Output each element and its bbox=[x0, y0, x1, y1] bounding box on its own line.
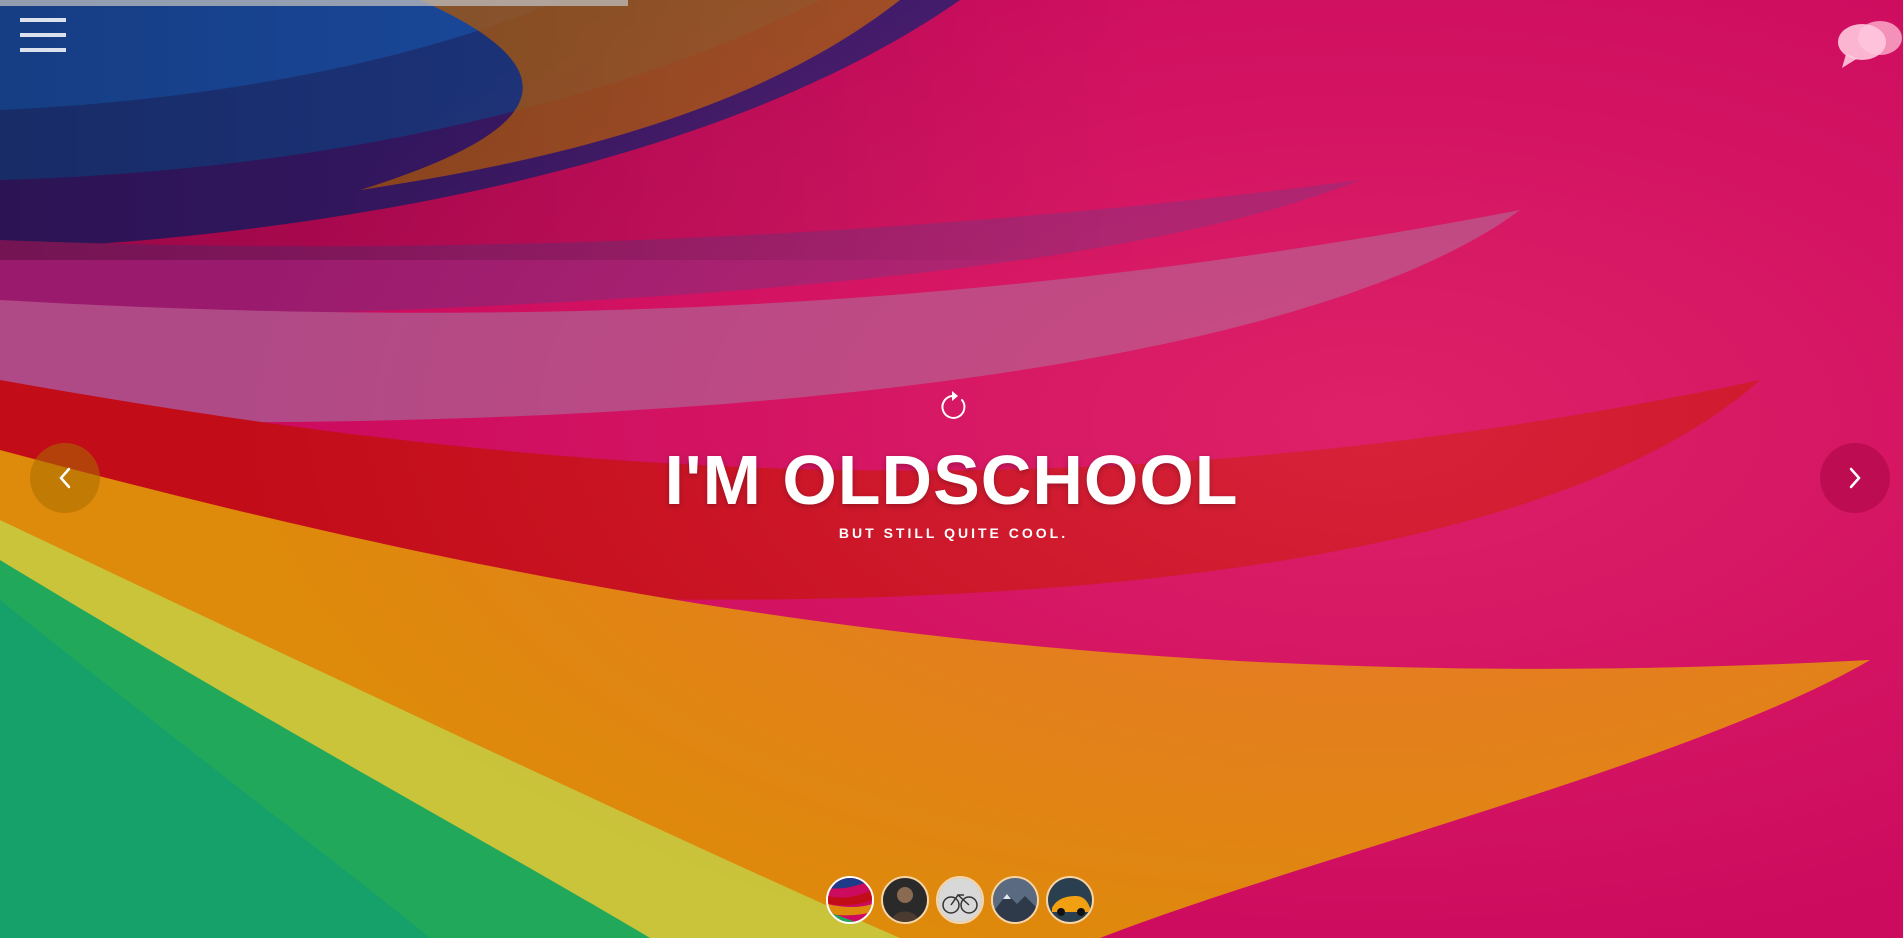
slide-thumbnails bbox=[826, 876, 1094, 924]
menu-line bbox=[20, 33, 66, 37]
menu-line bbox=[20, 18, 66, 22]
hero-subtitle: BUT STILL QUITE COOL. bbox=[838, 525, 1069, 541]
hamburger-menu-icon[interactable] bbox=[20, 16, 66, 56]
thumbnail-rainbow-paper[interactable] bbox=[826, 876, 874, 924]
thumbnail-bicycle[interactable] bbox=[936, 876, 984, 924]
hero-title: I'M OLDSCHOOL bbox=[664, 441, 1239, 519]
hero-caption: I'M OLDSCHOOL BUT STILL QUITE COOL. bbox=[0, 390, 1903, 541]
chat-bubbles-icon[interactable] bbox=[1836, 18, 1903, 70]
menu-line bbox=[20, 48, 66, 52]
hero-slider: I'M OLDSCHOOL BUT STILL QUITE COOL. bbox=[0, 0, 1903, 938]
thumbnail-mountain[interactable] bbox=[991, 876, 1039, 924]
slide-progress-bar bbox=[0, 0, 628, 6]
reload-icon[interactable] bbox=[940, 390, 970, 422]
thumbnail-portrait[interactable] bbox=[881, 876, 929, 924]
thumbnail-car[interactable] bbox=[1046, 876, 1094, 924]
